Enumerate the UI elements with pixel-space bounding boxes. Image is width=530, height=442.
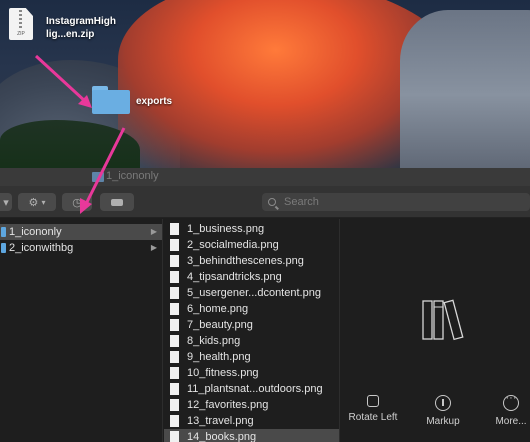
preview-pane: Rotate Left Markup More... (341, 219, 530, 442)
search-icon (268, 198, 276, 206)
file-row[interactable]: 5_usergener...dcontent.png (164, 285, 339, 301)
rotate-left-icon (367, 395, 379, 407)
share-button[interactable]: ◷ (62, 193, 92, 211)
zip-file-icon[interactable]: ZIP (9, 8, 33, 40)
file-icon (170, 367, 179, 379)
title-folder-icon (92, 172, 104, 182)
exports-folder-name[interactable]: exports (136, 96, 172, 107)
file-row[interactable]: 2_socialmedia.png (164, 237, 339, 253)
books-icon (422, 299, 464, 341)
file-row[interactable]: 13_travel.png (164, 413, 339, 429)
chevron-down-icon: ▾ (3, 196, 9, 209)
file-row[interactable]: 3_behindthescenes.png (164, 253, 339, 269)
file-row-selected[interactable]: 14_books.png (164, 429, 339, 442)
toolbar: ▾ ⚙ ▾ ◷ Search (0, 186, 530, 218)
window-titlebar[interactable]: 1_icononly (0, 168, 530, 186)
markup-icon (435, 395, 451, 411)
folder-row-2-iconwithbg[interactable]: 2_iconwithbg ▶ (0, 240, 162, 256)
view-options-button[interactable]: ▾ (0, 193, 12, 211)
share-icon: ◷ (72, 196, 82, 209)
file-icon (170, 239, 179, 251)
window-title: 1_icononly (106, 170, 159, 182)
file-icon (170, 383, 179, 395)
file-icon (170, 399, 179, 411)
folder-icon (1, 227, 6, 237)
desktop-wallpaper: ZIP InstagramHighlig...en.zip exports (0, 0, 530, 168)
tag-icon (111, 198, 123, 206)
folder-icon (1, 243, 6, 253)
file-row[interactable]: 6_home.png (164, 301, 339, 317)
file-icon (170, 415, 179, 427)
chevron-right-icon: ▶ (150, 243, 157, 252)
file-icon (170, 319, 179, 331)
exports-folder-icon[interactable] (92, 86, 130, 114)
files-column: 1_business.png 2_socialmedia.png 3_behin… (164, 219, 340, 442)
zip-badge: ZIP (17, 31, 25, 37)
file-icon (170, 255, 179, 267)
folder-row-1-icononly[interactable]: 1_icononly ▶ (0, 224, 162, 240)
action-menu-button[interactable]: ⚙ ▾ (18, 193, 56, 211)
file-row[interactable]: 10_fitness.png (164, 365, 339, 381)
more-icon (503, 392, 519, 411)
search-placeholder: Search (284, 196, 319, 208)
tags-button[interactable] (100, 193, 134, 211)
file-row[interactable]: 9_health.png (164, 349, 339, 365)
chevron-down-icon: ▾ (41, 197, 46, 207)
finder-window: 1_icononly ▾ ⚙ ▾ ◷ Search 1_icononly ▶ 2… (0, 168, 530, 442)
file-row[interactable]: 1_business.png (164, 221, 339, 237)
file-icon (170, 335, 179, 347)
file-row[interactable]: 4_tipsandtricks.png (164, 269, 339, 285)
file-icon (170, 431, 179, 442)
markup-button[interactable]: Markup (413, 395, 473, 427)
more-button[interactable]: More... (481, 392, 530, 427)
file-icon (170, 271, 179, 283)
file-row[interactable]: 11_plantsnat...outdoors.png (164, 381, 339, 397)
gear-icon: ⚙ (28, 196, 39, 209)
rotate-left-button[interactable]: Rotate Left (343, 395, 403, 423)
file-icon (170, 351, 179, 363)
file-row[interactable]: 7_beauty.png (164, 317, 339, 333)
folders-column: 1_icononly ▶ 2_iconwithbg ▶ (0, 219, 163, 442)
file-row[interactable]: 12_favorites.png (164, 397, 339, 413)
file-icon (170, 303, 179, 315)
file-icon (170, 287, 179, 299)
wallpaper-rock-right (400, 10, 530, 168)
file-row[interactable]: 8_kids.png (164, 333, 339, 349)
zip-file-name[interactable]: InstagramHighlig...en.zip (46, 15, 116, 41)
chevron-right-icon: ▶ (150, 227, 157, 236)
file-icon (170, 223, 179, 235)
search-field[interactable]: Search (262, 193, 530, 211)
